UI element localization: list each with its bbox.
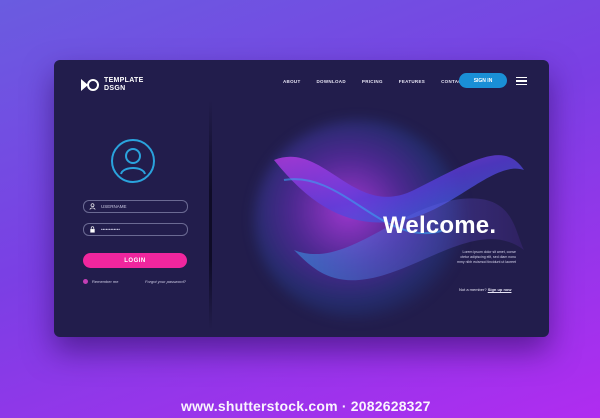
hamburger-menu-icon[interactable] xyxy=(516,77,527,85)
brand-line-1: TEMPLATE xyxy=(104,77,144,84)
hero-title: Welcome. xyxy=(383,212,497,239)
stock-watermark: www.shutterstock.com · 2082628327 xyxy=(181,398,431,414)
landing-card: TEMPLATE DSGN ABOUT DOWNLOAD PRICING FEA… xyxy=(54,60,549,337)
brand-name: TEMPLATE DSGN xyxy=(104,77,144,93)
nav-pricing[interactable]: PRICING xyxy=(362,79,383,84)
hero-body: Lorem ipsum dolor sit amet, conse ctetur… xyxy=(426,250,516,265)
logo-mark-icon xyxy=(81,79,99,91)
brand-logo[interactable]: TEMPLATE DSGN xyxy=(81,77,144,93)
signup-prefix: Not a member? xyxy=(459,287,487,292)
remember-checkbox-icon xyxy=(83,279,88,284)
login-button[interactable]: LOGIN xyxy=(83,253,187,268)
person-icon xyxy=(89,203,96,210)
username-field[interactable]: USERNAME xyxy=(83,200,188,213)
top-nav: ABOUT DOWNLOAD PRICING FEATURES CONTACT xyxy=(283,79,481,84)
signup-link[interactable]: Sign up now xyxy=(488,287,512,292)
remember-label: Remember me xyxy=(92,279,119,284)
lock-icon xyxy=(90,226,95,233)
password-value: •••••••••••• xyxy=(101,227,120,232)
nav-about[interactable]: ABOUT xyxy=(283,79,301,84)
username-placeholder: USERNAME xyxy=(101,204,127,209)
sign-in-button[interactable]: SIGN IN xyxy=(459,73,507,88)
remember-me-checkbox[interactable]: Remember me xyxy=(83,279,118,284)
password-field[interactable]: •••••••••••• xyxy=(83,223,188,236)
user-avatar-icon xyxy=(111,139,155,183)
nav-features[interactable]: FEATURES xyxy=(399,79,425,84)
signup-prompt: Not a member? Sign up now xyxy=(459,287,511,292)
hero-body-line: mmy nibh euismod tincidunt ut laoreet xyxy=(457,260,516,264)
brand-line-2: DSGN xyxy=(104,85,126,92)
nav-download[interactable]: DOWNLOAD xyxy=(317,79,346,84)
panel-divider xyxy=(209,100,212,330)
forgot-password-link[interactable]: Forgot your password? xyxy=(145,279,186,284)
